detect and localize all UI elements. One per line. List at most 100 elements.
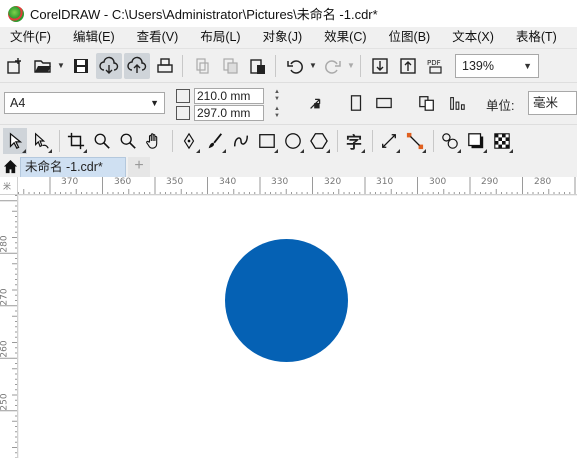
text-tool[interactable]: 字	[342, 128, 366, 154]
flyout-indicator	[22, 148, 26, 153]
new-document-button[interactable]	[2, 53, 28, 79]
ellipse-tool[interactable]	[281, 128, 305, 154]
connector-tool[interactable]	[403, 128, 427, 154]
transparency-tool[interactable]	[490, 128, 514, 154]
print-button[interactable]	[152, 53, 178, 79]
menu-layout[interactable]: 布局(L)	[189, 27, 251, 48]
open-dropdown-icon[interactable]: ▼	[56, 61, 66, 70]
export-button[interactable]	[395, 53, 421, 79]
page-width-spinner[interactable]: ▲ ▼	[266, 88, 288, 104]
menu-view[interactable]: 查看(V)	[126, 27, 190, 48]
menu-edit[interactable]: 编辑(E)	[62, 27, 126, 48]
toolbar-separator	[182, 54, 183, 77]
polygon-tool[interactable]	[307, 128, 331, 154]
page-height-row: 297.0 mm ▲ ▼	[176, 105, 292, 121]
import-button[interactable]	[367, 53, 393, 79]
page-height-input[interactable]: 297.0 mm	[194, 105, 264, 121]
title-bar: CorelDRAW - C:\Users\Administrator\Pictu…	[0, 0, 577, 27]
redo-dropdown-icon[interactable]: ▼	[346, 61, 356, 70]
pick-tool[interactable]	[3, 127, 27, 154]
blue-circle-shape[interactable]	[225, 239, 348, 362]
undo-dropdown-icon[interactable]: ▼	[308, 61, 318, 70]
h-ruler-label: 310	[376, 177, 394, 187]
vertical-ruler[interactable]: 280 270 260 250	[0, 195, 18, 458]
tab-document[interactable]: 未命名 -1.cdr*	[20, 157, 126, 177]
paste-button[interactable]	[245, 53, 271, 79]
page-width-row: 210.0 mm ▲ ▼	[176, 88, 292, 104]
artistic-media-tool[interactable]	[203, 128, 227, 154]
zoom-level-select[interactable]: 139% ▼	[455, 53, 539, 78]
h-ruler-label: 350	[166, 177, 184, 187]
zoom-out-tool[interactable]	[116, 128, 140, 154]
copy-button[interactable]	[217, 53, 243, 79]
pages-icon	[419, 96, 434, 111]
welcome-home-tab[interactable]	[0, 156, 20, 177]
all-pages-button[interactable]	[303, 90, 329, 116]
dimension-tool[interactable]	[377, 128, 401, 154]
v-ruler-label: 250	[0, 393, 10, 411]
window-title: CorelDRAW - C:\Users\Administrator\Pictu…	[30, 7, 378, 22]
save-button[interactable]	[68, 53, 94, 79]
pen-icon	[183, 132, 195, 149]
page-fit-icon	[310, 98, 321, 109]
ruler-corner[interactable]: 米	[0, 177, 18, 195]
cut-icon	[196, 57, 209, 74]
redo-button[interactable]	[320, 53, 346, 79]
page-dimensions: 210.0 mm ▲ ▼ 297.0 mm ▲ ▼	[176, 87, 292, 121]
menu-effects[interactable]: 效果(C)	[313, 27, 377, 48]
flyout-indicator	[457, 148, 461, 153]
toolbox-separator	[372, 129, 373, 152]
menu-text[interactable]: 文本(X)	[441, 27, 505, 48]
crop-tool[interactable]	[64, 128, 88, 154]
page-height-spinner[interactable]: ▲ ▼	[266, 105, 288, 121]
h-ruler-label: 280	[534, 177, 552, 187]
svg-text:PDF: PDF	[427, 59, 441, 67]
crop-icon	[67, 132, 85, 149]
page-width-input[interactable]: 210.0 mm	[194, 88, 264, 104]
menu-bitmaps[interactable]: 位图(B)	[378, 27, 442, 48]
publish-pdf-button[interactable]: PDF	[423, 53, 449, 79]
portrait-button[interactable]	[343, 90, 369, 116]
menu-object[interactable]: 对象(J)	[252, 27, 314, 48]
toolbar-separator	[275, 54, 276, 77]
cut-button[interactable]	[189, 53, 215, 79]
new-tab-button[interactable]: +	[128, 157, 150, 177]
cloud-upload-button[interactable]	[124, 52, 150, 79]
folder-icon	[34, 59, 51, 73]
toolbox-separator	[59, 129, 60, 152]
dimension-icon	[382, 133, 396, 148]
blend-tool[interactable]	[438, 128, 462, 154]
current-page-button[interactable]	[444, 90, 470, 116]
property-bar: A4 ▼ 210.0 mm ▲ ▼ 297.0 mm ▲ ▼ 单位: 毫米	[0, 82, 577, 124]
pan-tool[interactable]	[142, 128, 166, 154]
horizontal-ruler[interactable]: 370 360 350 340 330 320 310 300 290 280	[18, 177, 577, 195]
shape-tool[interactable]	[29, 128, 53, 154]
menu-file[interactable]: 文件(F)	[0, 27, 62, 48]
page-size-select[interactable]: A4 ▼	[4, 92, 165, 114]
import-icon	[372, 57, 388, 74]
v-ruler-label: 280	[0, 235, 10, 253]
units-select[interactable]: 毫米	[528, 91, 577, 115]
document-tabs: 未命名 -1.cdr* +	[0, 156, 577, 177]
zoom-level-value: 139%	[462, 58, 494, 73]
standard-toolbar: ▼ ▼ ▼ PDF 139% ▼	[0, 48, 577, 82]
cloud-download-button[interactable]	[96, 52, 122, 79]
drawing-canvas[interactable]	[19, 196, 577, 458]
landscape-button[interactable]	[371, 90, 397, 116]
rectangle-tool[interactable]	[255, 128, 279, 154]
chevron-down-icon: ▼	[150, 98, 159, 108]
shape-edit-icon	[35, 131, 49, 148]
toolbox: 字	[0, 124, 577, 156]
pen-tool[interactable]	[177, 128, 201, 154]
paste-icon	[250, 58, 265, 74]
curve-tool[interactable]	[229, 128, 253, 154]
open-button[interactable]	[30, 53, 56, 79]
print-icon	[157, 57, 173, 73]
undo-button[interactable]	[282, 53, 308, 79]
drop-shadow-icon	[468, 132, 484, 148]
zoom-tool[interactable]	[90, 128, 114, 154]
drop-shadow-tool[interactable]	[464, 128, 488, 154]
all-pages-layout-button[interactable]	[414, 90, 440, 116]
h-ruler-label: 300	[429, 177, 447, 187]
menu-table[interactable]: 表格(T)	[505, 27, 568, 48]
